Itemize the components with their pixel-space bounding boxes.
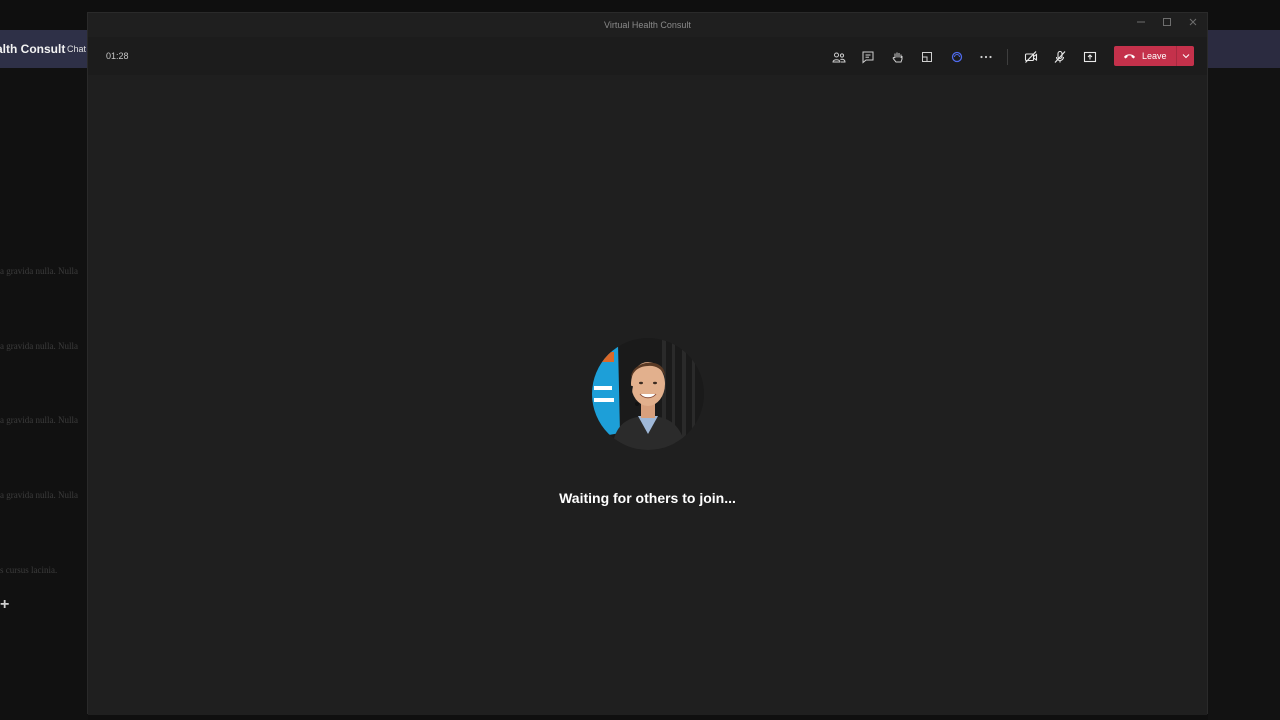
title-bar: Virtual Health Consult xyxy=(88,13,1207,37)
hang-up-icon xyxy=(1124,54,1135,59)
background-header-right xyxy=(1208,30,1280,68)
background-message-line: a gravida nulla. Nulla xyxy=(0,266,78,276)
background-message-line: a gravida nulla. Nulla xyxy=(0,415,78,425)
minimize-icon[interactable] xyxy=(1133,17,1149,33)
background-message-line: a gravida nulla. Nulla xyxy=(0,341,78,351)
window-controls xyxy=(1133,17,1201,33)
meeting-toolbar: 01:28 Leave xyxy=(88,37,1207,75)
background-right-pane xyxy=(1208,68,1280,720)
mic-off-icon[interactable] xyxy=(1046,47,1076,67)
people-icon[interactable] xyxy=(824,47,854,67)
more-icon[interactable] xyxy=(972,47,1002,67)
window-title: Virtual Health Consult xyxy=(604,20,691,30)
close-icon[interactable] xyxy=(1185,17,1201,33)
chevron-down-icon[interactable] xyxy=(1177,46,1194,66)
leave-main[interactable]: Leave xyxy=(1114,46,1176,66)
media-controls xyxy=(1016,47,1105,67)
waiting-status: Waiting for others to join... xyxy=(559,490,736,506)
meeting-window: Virtual Health Consult 01:28 Leave Waiti… xyxy=(87,12,1208,715)
chat-icon[interactable] xyxy=(854,47,884,67)
background-chat-tab[interactable]: Chat xyxy=(67,44,86,54)
avatar xyxy=(592,338,704,450)
meeting-stage: Waiting for others to join... xyxy=(88,75,1207,715)
background-chat-pane: a gravida nulla. Nulla a gravida nulla. … xyxy=(0,68,88,720)
maximize-icon[interactable] xyxy=(1159,17,1175,33)
camera-off-icon[interactable] xyxy=(1016,47,1046,67)
raise-hand-icon[interactable] xyxy=(883,47,913,67)
background-app-title: alth Consult xyxy=(0,42,66,56)
background-message-line: s cursus lacinia. xyxy=(0,565,58,575)
add-icon[interactable]: + xyxy=(0,596,9,614)
share-screen-icon[interactable] xyxy=(1075,47,1105,67)
background-message-line: a gravida nulla. Nulla xyxy=(0,490,78,500)
leave-button[interactable]: Leave xyxy=(1114,46,1194,66)
effects-icon[interactable] xyxy=(942,47,972,67)
call-timer: 01:28 xyxy=(106,51,129,61)
leave-label: Leave xyxy=(1142,51,1167,61)
rooms-icon[interactable] xyxy=(913,47,943,67)
toolbar-divider xyxy=(1007,49,1008,65)
meeting-controls xyxy=(824,47,1001,67)
